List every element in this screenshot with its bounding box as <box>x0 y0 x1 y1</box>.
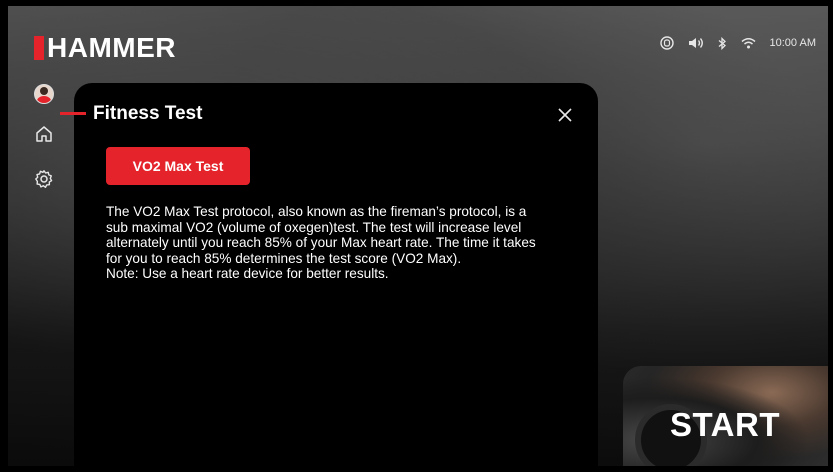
vo2-max-test-button[interactable]: VO2 Max Test <box>106 147 250 185</box>
home-icon[interactable] <box>34 124 54 149</box>
clock-time: 10:00 AM <box>769 37 816 49</box>
start-label: START <box>669 406 780 443</box>
description-line: alternately until you reach 85% of your … <box>106 235 536 251</box>
volume-icon[interactable] <box>688 37 704 49</box>
bluetooth-icon[interactable] <box>718 36 727 50</box>
description-line: The VO2 Max Test protocol, also known as… <box>106 204 527 219</box>
description-line: for you to reach 85% determines the test… <box>106 250 462 266</box>
wifi-icon[interactable] <box>741 37 756 49</box>
close-icon[interactable] <box>556 106 574 124</box>
sidebar <box>32 84 56 194</box>
heart-rate-sensor-icon <box>659 36 674 50</box>
status-bar: 10:00 AM <box>659 36 816 50</box>
description-line: Note: Use a heart rate device for better… <box>106 266 389 282</box>
app-screen: HAMMER 10:00 AM Fitness Test VO2 Max Tes… <box>8 6 828 466</box>
modal-title: Fitness Test <box>93 103 203 124</box>
user-avatar-icon[interactable] <box>34 84 54 104</box>
logo-mark <box>34 36 44 60</box>
logo-text: HAMMER <box>47 32 176 63</box>
hammer-logo: HAMMER <box>34 32 176 63</box>
start-button[interactable]: START <box>623 366 828 466</box>
title-accent-line <box>60 112 86 115</box>
gear-icon[interactable] <box>34 169 54 194</box>
description-line: sub maximal VO2 (volume of oxegen)test. … <box>106 219 522 235</box>
test-description: The VO2 Max Test protocol, also known as… <box>106 204 576 282</box>
fitness-test-modal: Fitness Test VO2 Max Test The VO2 Max Te… <box>60 83 598 466</box>
